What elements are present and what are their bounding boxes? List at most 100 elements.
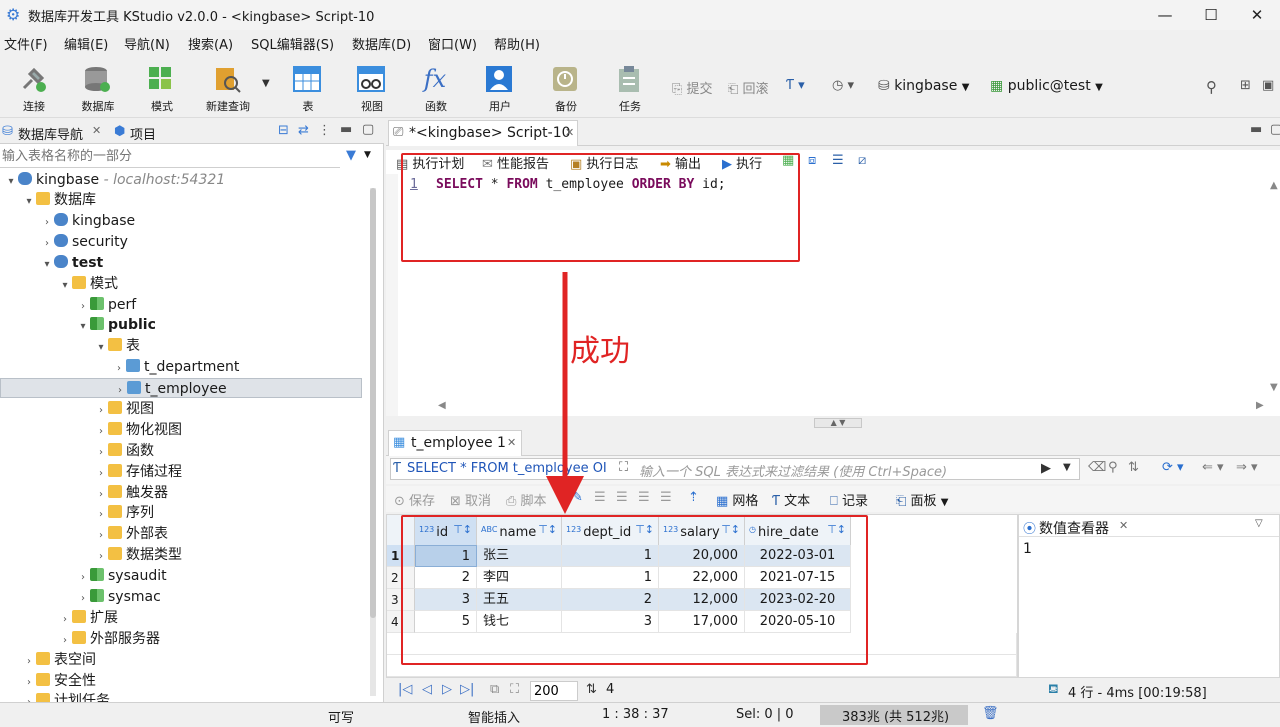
first-page-icon[interactable]: |◁ (398, 682, 412, 697)
layout-icon[interactable]: ▣ (1262, 78, 1274, 93)
new-query-button[interactable]: 新建查询 (196, 56, 256, 116)
collapse-all-icon[interactable]: ⊟ (278, 123, 289, 138)
maximize-panel-icon[interactable]: ▢ (362, 122, 374, 137)
sort-icon[interactable]: ⇅ (1128, 460, 1139, 475)
datasource-selector[interactable]: ⛁ kingbase ▼ (878, 78, 969, 94)
expanded-chevron-icon[interactable]: ▾ (4, 172, 18, 192)
minimize-panel-icon[interactable]: ▬ (340, 122, 352, 137)
commit-button[interactable]: ⎘ 提交 (672, 78, 713, 97)
menu-database[interactable]: 数据库(D) (352, 34, 411, 53)
schema-selector[interactable]: ▦ public@test ▼ (990, 78, 1103, 94)
table-button[interactable]: 表 (276, 56, 336, 116)
collapsed-chevron-icon[interactable]: › (94, 485, 108, 505)
tree-node[interactable]: › 外部表 (0, 524, 168, 544)
fetch-all-icon[interactable]: ⧉ (490, 682, 499, 697)
panel-button[interactable]: ⎗ 面板 ▼ (896, 490, 948, 509)
tree-node[interactable]: ▾ test (0, 253, 103, 273)
expanded-chevron-icon[interactable]: ▾ (22, 192, 36, 212)
tab-database-navigator[interactable]: 数据库导航 (18, 124, 83, 143)
collapsed-chevron-icon[interactable]: › (94, 505, 108, 525)
tab-t-employee-1[interactable]: ▦ t_employee 1 ✕ (388, 430, 522, 456)
filter-settings-icon[interactable]: ⚲ (1108, 460, 1118, 475)
close-navigator-tab-icon[interactable]: ✕ (92, 124, 101, 137)
delete-row-icon[interactable]: ☰ (638, 490, 650, 505)
close-result-tab-icon[interactable]: ✕ (507, 436, 516, 449)
collapsed-chevron-icon[interactable]: › (76, 568, 90, 588)
tree-node[interactable]: ▾ public (0, 315, 156, 335)
task-button[interactable]: 任务 (598, 56, 658, 116)
gc-trash-icon[interactable]: 🗑 (982, 706, 999, 721)
upload-icon[interactable]: ⇡ (688, 490, 699, 505)
tree-node[interactable]: ▾ 数据库 (0, 190, 96, 210)
next-page-icon[interactable]: ▷ (442, 682, 452, 697)
menu-sql-editor[interactable]: SQL编辑器(S) (251, 34, 334, 53)
format-sql-icon[interactable]: ⧈ (808, 153, 816, 168)
expand-query-icon[interactable]: ⛶ (619, 460, 628, 475)
copy-row-icon[interactable]: ☰ (616, 490, 628, 505)
expanded-chevron-icon[interactable]: ▾ (40, 255, 54, 275)
tree-node[interactable]: ▾ 模式 (0, 274, 118, 294)
collapsed-chevron-icon[interactable]: › (94, 443, 108, 463)
value-viewer-menu-icon[interactable]: ▽ (1255, 518, 1263, 529)
add-row-icon[interactable]: ☰ (594, 490, 606, 505)
nav-back-icon[interactable]: ⇐ ▾ (1202, 460, 1224, 475)
tree-node[interactable]: › security (0, 232, 128, 252)
schema-button[interactable]: 模式 (130, 56, 190, 116)
collapsed-chevron-icon[interactable]: › (76, 589, 90, 609)
prev-page-icon[interactable]: ◁ (422, 682, 432, 697)
tree-node[interactable]: › 扩展 (0, 608, 118, 628)
collapsed-chevron-icon[interactable]: › (76, 297, 90, 317)
tree-node[interactable]: › 视图 (0, 399, 154, 419)
expanded-chevron-icon[interactable]: ▾ (76, 317, 90, 337)
scroll-left-icon[interactable]: ◀ (438, 400, 446, 411)
close-script-tab-icon[interactable]: ✕ (565, 126, 574, 139)
edit-icon[interactable]: ⧄ (858, 153, 866, 168)
collapsed-chevron-icon[interactable]: › (22, 673, 36, 693)
view-menu-icon[interactable]: ⋮ (318, 123, 331, 138)
connect-button[interactable]: 连接 (2, 56, 62, 116)
collapsed-chevron-icon[interactable]: › (40, 234, 54, 254)
minimize-editor-icon[interactable]: ▬ (1250, 122, 1262, 137)
function-button[interactable]: fx 函数 (404, 56, 464, 116)
link-editor-icon[interactable]: ⇄ (298, 123, 309, 138)
collapsed-chevron-icon[interactable]: › (22, 652, 36, 672)
tree-node[interactable]: › t_employee (0, 378, 362, 398)
expanded-chevron-icon[interactable]: ▾ (94, 338, 108, 358)
new-query-dropdown-icon[interactable]: ▼ (262, 78, 270, 89)
database-button[interactable]: 数据库 (66, 56, 126, 116)
nav-forward-icon[interactable]: ⇒ ▾ (1236, 460, 1258, 475)
menu-edit[interactable]: 编辑(E) (64, 34, 108, 53)
collapsed-chevron-icon[interactable]: › (113, 381, 127, 401)
tree-node[interactable]: › 物化视图 (0, 420, 182, 440)
filter-history-icon[interactable]: ▼ (1063, 462, 1071, 473)
menu-search[interactable]: 搜索(A) (188, 34, 233, 53)
collapsed-chevron-icon[interactable]: › (40, 213, 54, 233)
maximize-editor-icon[interactable]: ▢ (1270, 122, 1280, 137)
view-button[interactable]: 视图 (340, 56, 400, 116)
refresh-count-icon[interactable]: ⇅ (586, 682, 597, 697)
close-value-viewer-icon[interactable]: ✕ (1119, 519, 1128, 532)
minimize-button[interactable]: — (1142, 0, 1188, 30)
menu-navigate[interactable]: 导航(N) (124, 34, 170, 53)
collapsed-chevron-icon[interactable]: › (94, 401, 108, 421)
tree-node[interactable]: › 存储过程 (0, 462, 182, 482)
tree-node[interactable]: › sysaudit (0, 566, 167, 586)
tree-node[interactable]: › kingbase (0, 211, 135, 231)
tree-node[interactable]: ▾ 表 (0, 336, 140, 356)
page-size-input[interactable] (530, 681, 578, 701)
perspective-icon[interactable]: ⊞ (1240, 78, 1251, 93)
tree-node[interactable]: › t_department (0, 357, 239, 377)
refresh-icon[interactable]: ⟳ ▾ (1162, 460, 1184, 475)
collapsed-chevron-icon[interactable]: › (94, 464, 108, 484)
editor-result-splitter[interactable]: ▲ ▼ (386, 416, 1280, 430)
collapsed-chevron-icon[interactable]: › (112, 359, 126, 379)
backup-button[interactable]: 备份 (534, 56, 594, 116)
cancel-button[interactable]: ⊠ 取消 (450, 490, 491, 509)
history-icon[interactable]: ◷ ▾ (832, 78, 854, 93)
scroll-right-icon[interactable]: ▶ (1256, 400, 1264, 411)
close-button[interactable]: ✕ (1234, 0, 1280, 30)
table-filter-input[interactable] (0, 146, 338, 166)
search-icon[interactable]: ⚲ (1206, 78, 1217, 96)
fetch-size-icon[interactable]: ⛶ (510, 682, 519, 697)
maximize-button[interactable]: ☐ (1188, 0, 1234, 30)
